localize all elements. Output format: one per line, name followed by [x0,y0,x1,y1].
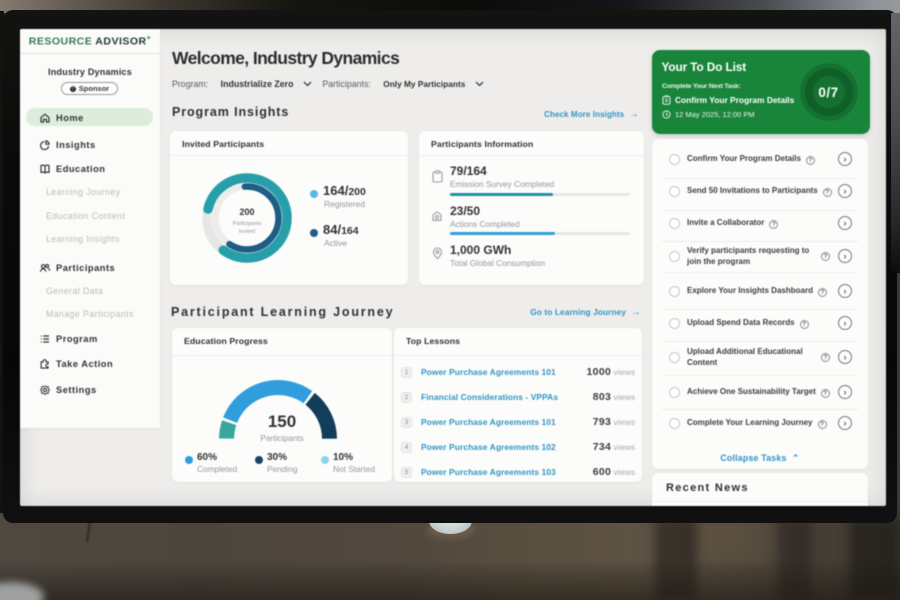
svg-text:200: 200 [239,207,254,217]
svg-text:Invited: Invited [239,229,255,235]
svg-text:Participants: Participants [233,221,262,227]
